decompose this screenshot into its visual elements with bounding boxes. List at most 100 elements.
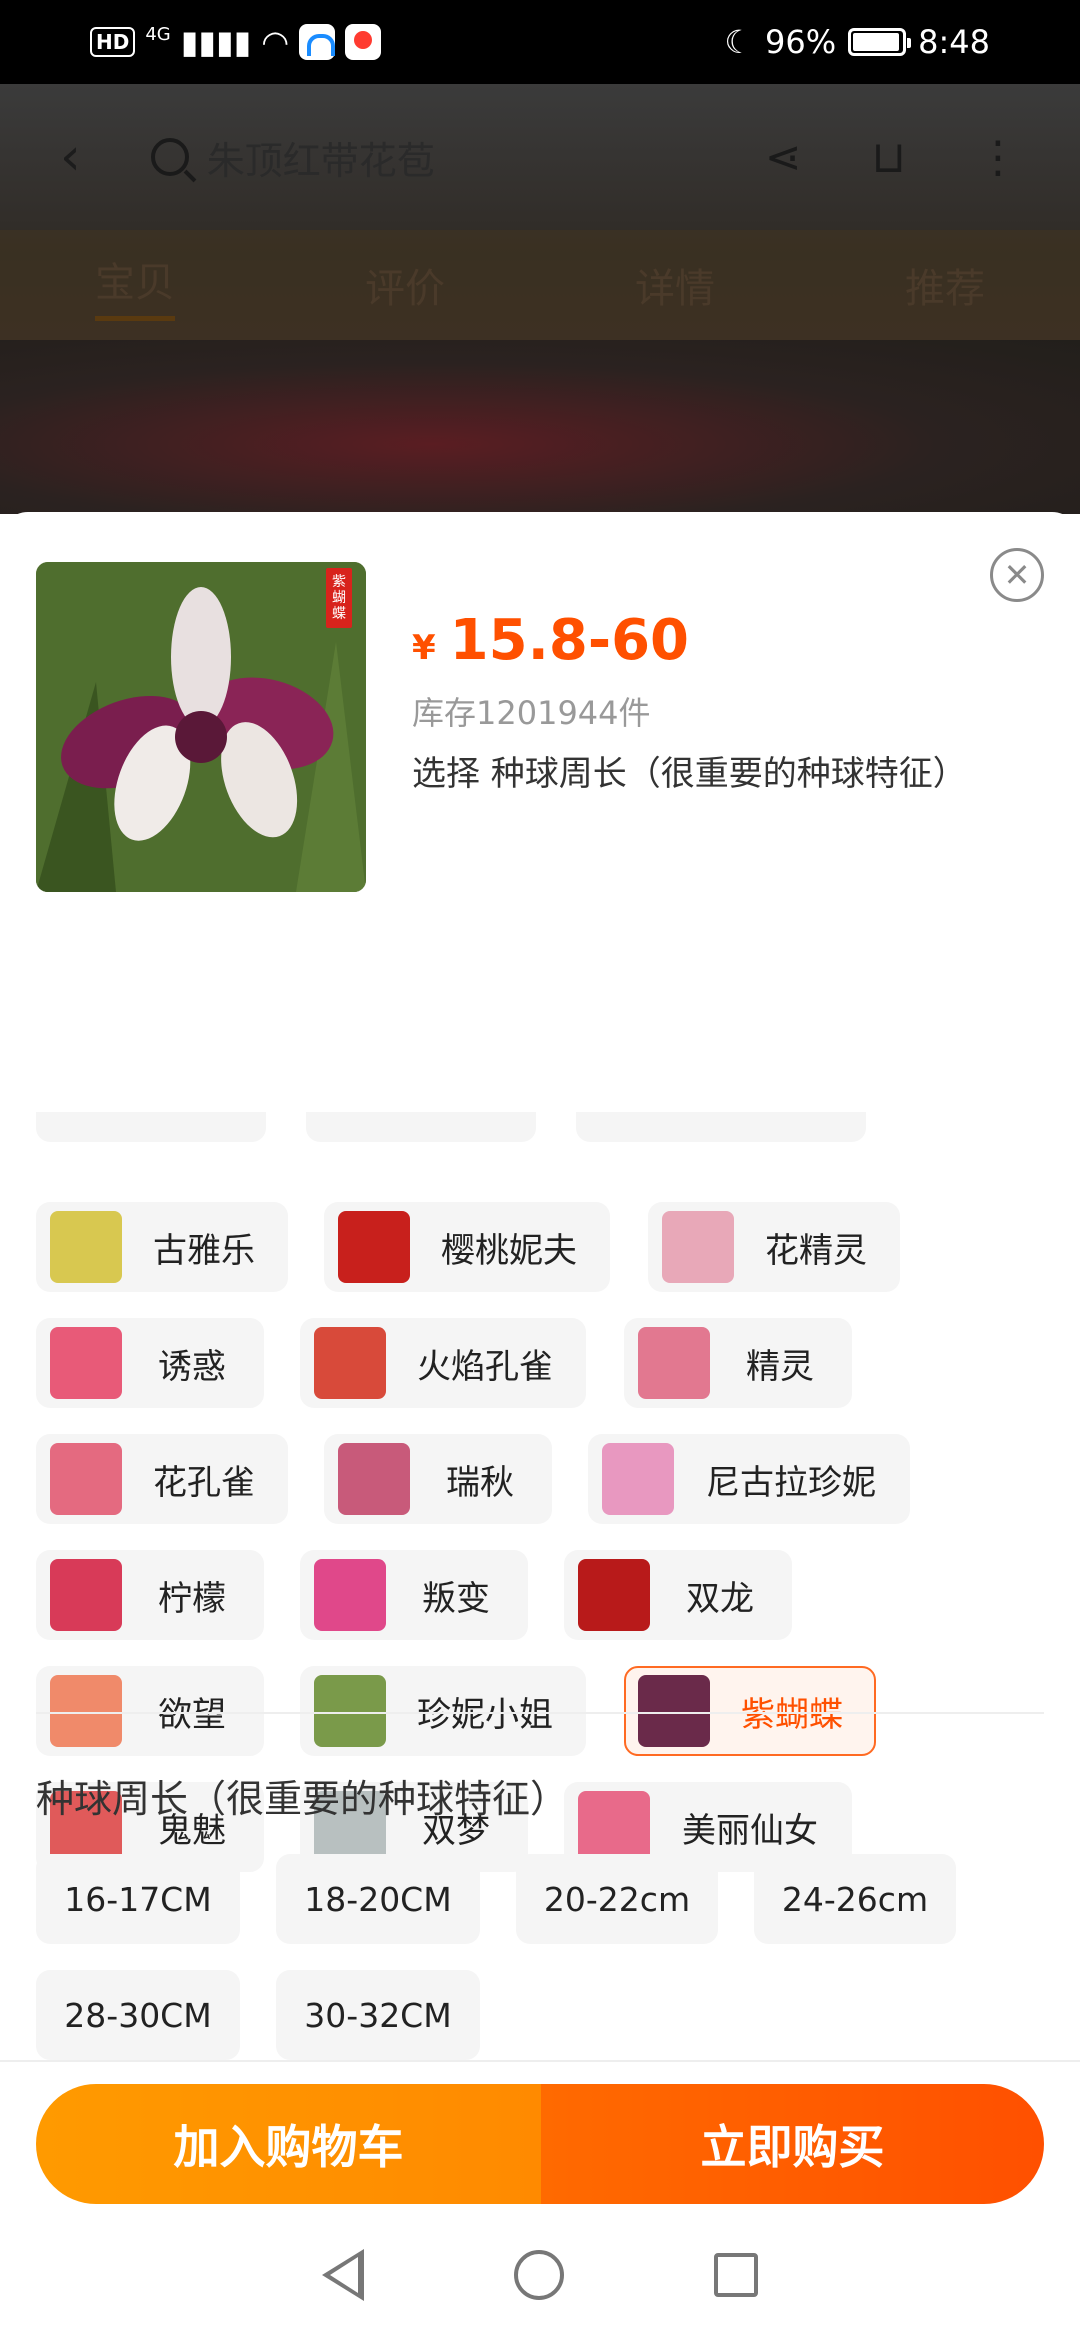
variety-chip[interactable]: 花孔雀 (36, 1434, 288, 1524)
product-thumbnail[interactable]: 紫蝴蝶 (36, 562, 366, 892)
search-icon (150, 138, 189, 176)
variety-chip[interactable]: 诱惑 (36, 1318, 264, 1408)
variety-chip[interactable]: 叛变 (300, 1550, 528, 1640)
section-divider (36, 1712, 1044, 1714)
variety-chip[interactable]: 火焰孔雀 (300, 1318, 586, 1408)
size-chip[interactable]: 18-20CM (276, 1854, 480, 1944)
variety-chip[interactable]: 尼古拉珍妮 (588, 1434, 910, 1524)
signal-icon: ▮▮▮▮ (180, 23, 252, 61)
flower-image (36, 562, 366, 892)
variety-label: 双龙 (686, 1578, 754, 1619)
variety-thumbnail (314, 1327, 386, 1399)
variety-thumbnail (338, 1443, 410, 1515)
variety-label: 美丽仙女 (682, 1810, 818, 1851)
back-icon[interactable]: ‹ (60, 127, 81, 187)
variety-chip[interactable]: 双龙 (564, 1550, 792, 1640)
tab-details[interactable]: 详情 (635, 256, 715, 314)
variety-chip[interactable]: 樱桃妮夫 (324, 1202, 610, 1292)
variety-thumbnail (314, 1675, 386, 1747)
size-chip[interactable]: 24-26cm (754, 1854, 956, 1944)
variety-label: 柠檬 (158, 1578, 226, 1619)
nav-home-icon[interactable] (514, 2250, 564, 2300)
size-chip[interactable]: 28-30CM (36, 1970, 240, 2060)
variety-thumbnail (50, 1675, 122, 1747)
close-button[interactable]: ✕ (990, 548, 1044, 602)
currency-symbol: ¥ (412, 628, 436, 668)
search-bar[interactable]: 朱顶红带花苞 (150, 130, 435, 185)
variety-label: 花孔雀 (153, 1462, 255, 1503)
variety-label: 火焰孔雀 (417, 1346, 553, 1387)
variety-thumbnail (50, 1443, 122, 1515)
nav-recent-apps-icon[interactable] (714, 2253, 758, 2297)
background-product-page[interactable]: ‹ 朱顶红带花苞 ⋖ ⊔ ⋮ 宝贝 评价 详情 推荐 (0, 84, 1080, 514)
share-icon[interactable]: ⋖ (765, 132, 802, 183)
background-header: ‹ 朱顶红带花苞 ⋖ ⊔ ⋮ (0, 84, 1080, 230)
add-to-cart-button[interactable]: 加入购物车 (36, 2084, 541, 2204)
network-type: 4G (145, 23, 171, 45)
bulb-size-title: 种球周长（很重要的种球特征） (36, 1777, 569, 1821)
battery-percent: 96% (765, 23, 837, 61)
battery-icon (848, 28, 912, 56)
variety-thumbnail (50, 1211, 122, 1283)
variety-chip[interactable]: 珍妮小姐 (300, 1666, 586, 1756)
status-bar: HD 4G ▮▮▮▮ ◠ ☾ 96% 8:48 (0, 0, 1080, 84)
buy-now-button[interactable]: 立即购买 (541, 2084, 1044, 2204)
wifi-icon: ◠ (261, 23, 290, 61)
stock-count: 库存1201944件 (412, 694, 651, 732)
variety-chip[interactable]: 花精灵 (648, 1202, 900, 1292)
cart-icon[interactable]: ⊔ (872, 132, 906, 183)
variety-chip[interactable]: 欲望 (36, 1666, 264, 1756)
background-product-photo (0, 340, 1080, 514)
moon-icon: ☾ (724, 23, 754, 61)
variety-label: 瑞秋 (446, 1462, 514, 1503)
variety-label: 珍妮小姐 (417, 1694, 553, 1735)
variety-label: 精灵 (746, 1346, 814, 1387)
action-bar: 加入购物车 立即购买 (0, 2060, 1080, 2210)
variety-chip-hidden[interactable] (306, 1112, 536, 1142)
clock: 8:48 (918, 23, 990, 61)
variety-thumbnail (638, 1327, 710, 1399)
variety-chip[interactable]: 柠檬 (36, 1550, 264, 1640)
app-notification-icon (299, 24, 336, 60)
variety-chip[interactable]: 瑞秋 (324, 1434, 552, 1524)
search-text: 朱顶红带花苞 (206, 138, 435, 183)
size-chip[interactable]: 20-22cm (516, 1854, 718, 1944)
variety-thumbnail (638, 1675, 710, 1747)
variety-thumbnail (338, 1211, 410, 1283)
variety-label: 樱桃妮夫 (441, 1230, 577, 1271)
size-chip[interactable]: 30-32CM (276, 1970, 480, 2060)
variety-thumbnail (314, 1559, 386, 1631)
price: ¥ 15.8-60 (412, 608, 689, 673)
variety-chip-hidden[interactable] (36, 1112, 266, 1142)
background-tabs: 宝贝 评价 详情 推荐 (0, 230, 1080, 340)
variety-label: 古雅乐 (153, 1230, 255, 1271)
variety-label: 诱惑 (158, 1346, 226, 1387)
variety-label: 花精灵 (765, 1230, 867, 1271)
variety-label: 尼古拉珍妮 (706, 1462, 876, 1503)
selection-hint: 选择 种球周长（很重要的种球特征） (412, 754, 967, 794)
variety-thumbnail (578, 1559, 650, 1631)
map-notification-icon (345, 24, 382, 60)
tab-recommend[interactable]: 推荐 (905, 256, 985, 314)
price-range: 15.8-60 (449, 608, 690, 673)
variety-chip[interactable]: 古雅乐 (36, 1202, 288, 1292)
scrolled-chips (36, 1112, 1036, 1162)
close-icon: ✕ (1003, 556, 1031, 594)
variety-thumbnail (50, 1327, 122, 1399)
tab-home[interactable]: 宝贝 (95, 250, 175, 321)
variety-thumbnail (50, 1559, 122, 1631)
variety-label: 叛变 (422, 1578, 490, 1619)
hd-indicator: HD (90, 27, 136, 57)
thumbnail-tag: 紫蝴蝶 (326, 568, 352, 628)
tab-reviews[interactable]: 评价 (365, 256, 445, 314)
more-icon[interactable]: ⋮ (976, 132, 1020, 183)
variety-chip-hidden[interactable] (576, 1112, 866, 1142)
size-chip[interactable]: 16-17CM (36, 1854, 240, 1944)
nav-back-icon[interactable] (322, 2249, 364, 2301)
variety-thumbnail (662, 1211, 734, 1283)
variety-chip-selected[interactable]: 紫蝴蝶 (624, 1666, 876, 1756)
system-nav-bar (0, 2210, 1080, 2340)
variety-chip[interactable]: 精灵 (624, 1318, 852, 1408)
variety-thumbnail (578, 1791, 650, 1863)
variety-label: 欲望 (158, 1694, 226, 1735)
